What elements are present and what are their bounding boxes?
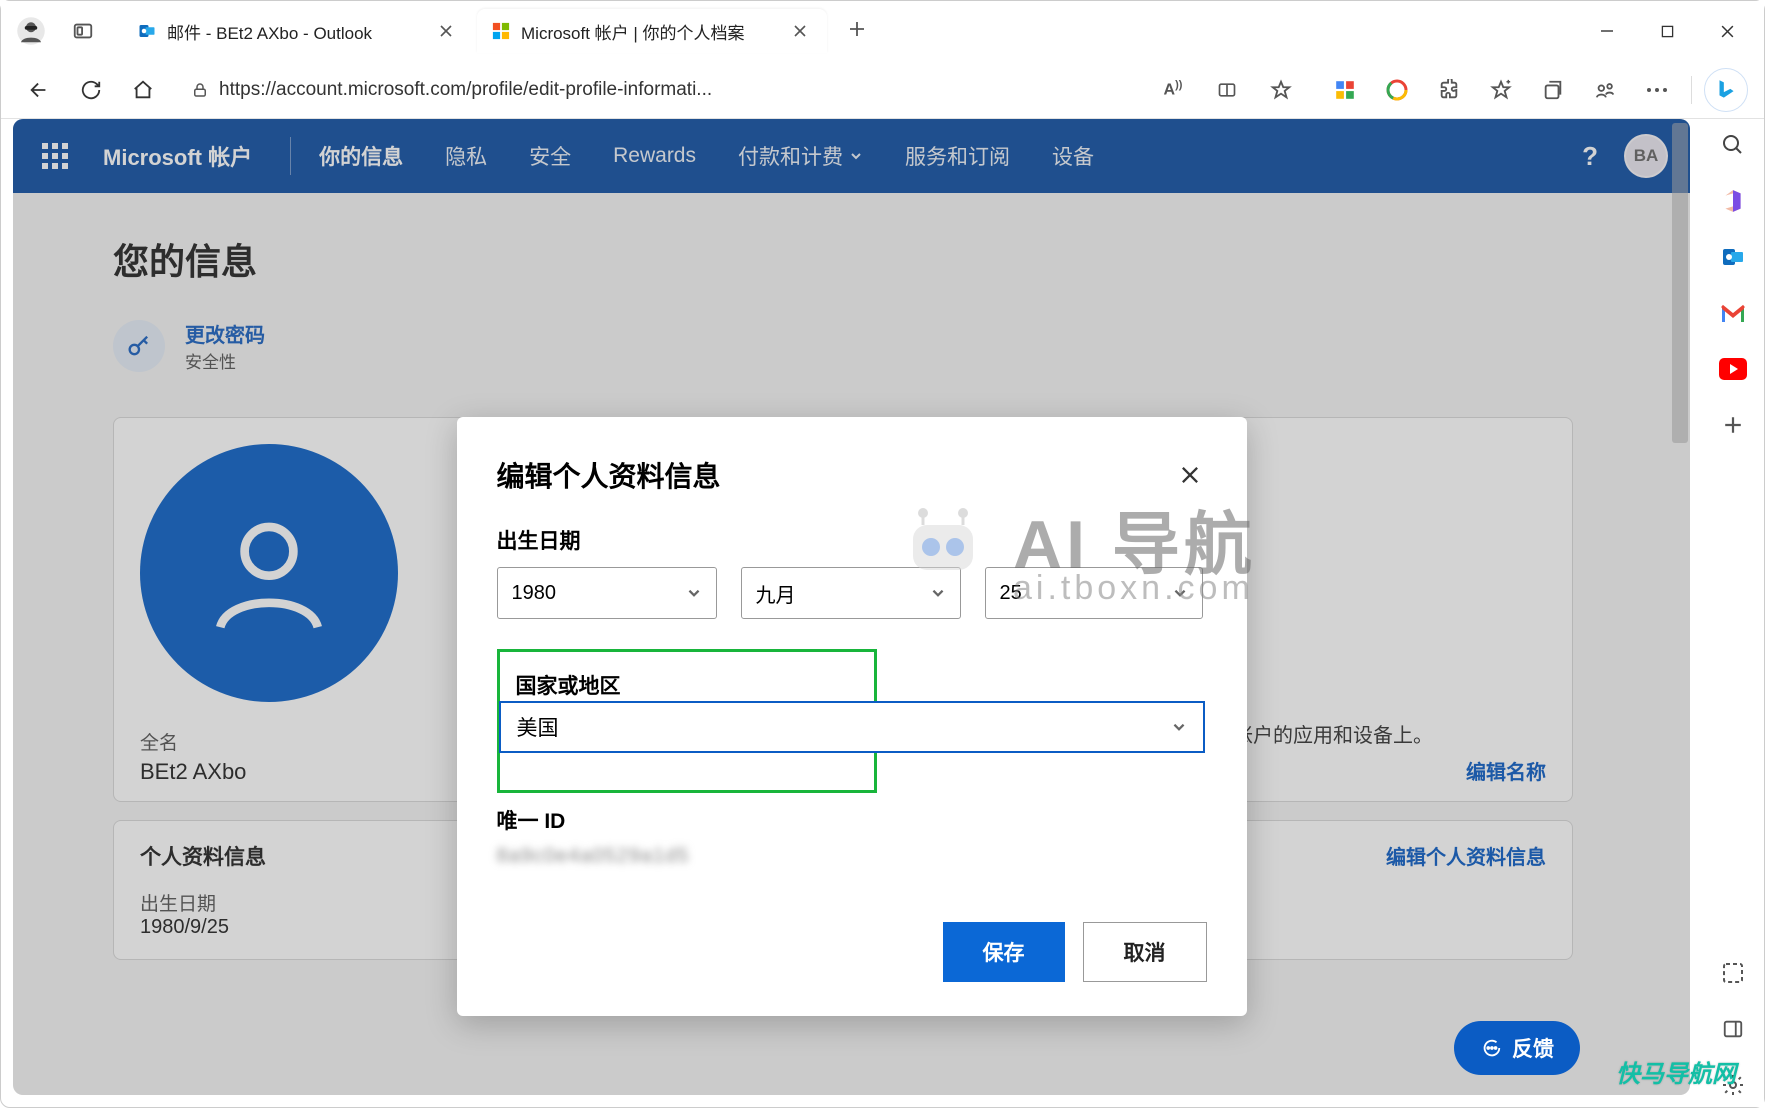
outlook-icon: [137, 21, 157, 41]
office-icon[interactable]: [1711, 179, 1755, 223]
title-bar: 邮件 - BEt2 AXbo - Outlook Microsoft 帐户 | …: [1, 1, 1764, 61]
home-button[interactable]: [121, 68, 165, 112]
month-value: 九月: [756, 579, 796, 608]
region-select[interactable]: 美国: [499, 701, 1205, 753]
favorite-button[interactable]: [1259, 68, 1303, 112]
youtube-icon[interactable]: [1711, 347, 1755, 391]
toolbar-separator: [1691, 76, 1692, 104]
more-button[interactable]: [1635, 68, 1679, 112]
add-sidebar-button[interactable]: [1711, 403, 1755, 447]
unique-id-value: 8a9c0e4a0529a1d5: [497, 845, 1207, 868]
account-button[interactable]: [1583, 68, 1627, 112]
close-icon[interactable]: [435, 20, 457, 42]
region-label: 国家或地区: [516, 670, 858, 700]
maximize-button[interactable]: [1638, 11, 1696, 51]
new-tab-button[interactable]: [837, 9, 877, 49]
refresh-button[interactable]: [69, 68, 113, 112]
settings-icon[interactable]: [1711, 1063, 1755, 1107]
year-select[interactable]: 1980: [497, 567, 717, 619]
day-value: 25: [1000, 582, 1022, 605]
modal-title: 编辑个人资料信息: [497, 455, 721, 495]
chevron-down-icon: [1172, 585, 1188, 601]
tabs: 邮件 - BEt2 AXbo - Outlook Microsoft 帐户 | …: [123, 9, 877, 53]
scrollbar[interactable]: [1670, 119, 1690, 1095]
extension-colored-icon[interactable]: [1323, 68, 1367, 112]
hide-sidebar-icon[interactable]: [1711, 1007, 1755, 1051]
favorites-list-button[interactable]: [1479, 68, 1523, 112]
dob-field-label: 出生日期: [497, 525, 1207, 555]
tab-title: Microsoft 帐户 | 你的个人档案: [521, 19, 779, 44]
screenshot-icon[interactable]: [1711, 951, 1755, 995]
window-controls: [1578, 11, 1756, 51]
browser-toolbar: https://account.microsoft.com/profile/ed…: [1, 61, 1764, 119]
tab-title: 邮件 - BEt2 AXbo - Outlook: [167, 19, 425, 44]
close-icon[interactable]: [789, 20, 811, 42]
collections-button[interactable]: [1531, 68, 1575, 112]
microsoft-icon: [491, 21, 511, 41]
feedback-label: 反馈: [1512, 1033, 1554, 1063]
tab-overview-icon[interactable]: [61, 9, 105, 53]
chevron-down-icon: [930, 585, 946, 601]
search-icon[interactable]: [1711, 123, 1755, 167]
day-select[interactable]: 25: [985, 567, 1203, 619]
extensions-button[interactable]: [1427, 68, 1471, 112]
close-window-button[interactable]: [1698, 11, 1756, 51]
unique-id-label: 唯一 ID: [497, 805, 1207, 835]
gmail-icon[interactable]: [1711, 291, 1755, 335]
url-text: https://account.microsoft.com/profile/ed…: [219, 79, 1141, 101]
page-viewport: Microsoft 帐户 你的信息 隐私 安全 Rewards 付款和计费 服务…: [13, 119, 1690, 1095]
read-aloud-button[interactable]: A)): [1151, 68, 1195, 112]
year-value: 1980: [512, 582, 557, 605]
bing-chat-button[interactable]: [1704, 68, 1748, 112]
close-icon[interactable]: [1173, 458, 1207, 492]
lock-icon: [191, 81, 209, 99]
outlook-sidebar-icon[interactable]: [1711, 235, 1755, 279]
edit-profile-modal: 编辑个人资料信息 出生日期 1980 九月: [457, 417, 1247, 1016]
region-value: 美国: [517, 712, 559, 742]
back-button[interactable]: [17, 68, 61, 112]
minimize-button[interactable]: [1578, 11, 1636, 51]
extension-circle-icon[interactable]: [1375, 68, 1419, 112]
scrollbar-thumb[interactable]: [1672, 123, 1688, 443]
month-select[interactable]: 九月: [741, 567, 961, 619]
feedback-button[interactable]: 反馈: [1454, 1021, 1580, 1075]
profile-avatar-icon[interactable]: [9, 9, 53, 53]
save-button[interactable]: 保存: [943, 922, 1065, 982]
chevron-down-icon: [1171, 719, 1187, 735]
chat-icon: [1480, 1037, 1502, 1059]
tab-microsoft-account[interactable]: Microsoft 帐户 | 你的个人档案: [477, 9, 827, 53]
cancel-button[interactable]: 取消: [1083, 922, 1207, 982]
edge-sidebar: [1702, 119, 1764, 1107]
address-bar[interactable]: https://account.microsoft.com/profile/ed…: [179, 68, 1309, 112]
chevron-down-icon: [686, 585, 702, 601]
split-screen-button[interactable]: [1205, 68, 1249, 112]
tab-outlook[interactable]: 邮件 - BEt2 AXbo - Outlook: [123, 9, 473, 53]
